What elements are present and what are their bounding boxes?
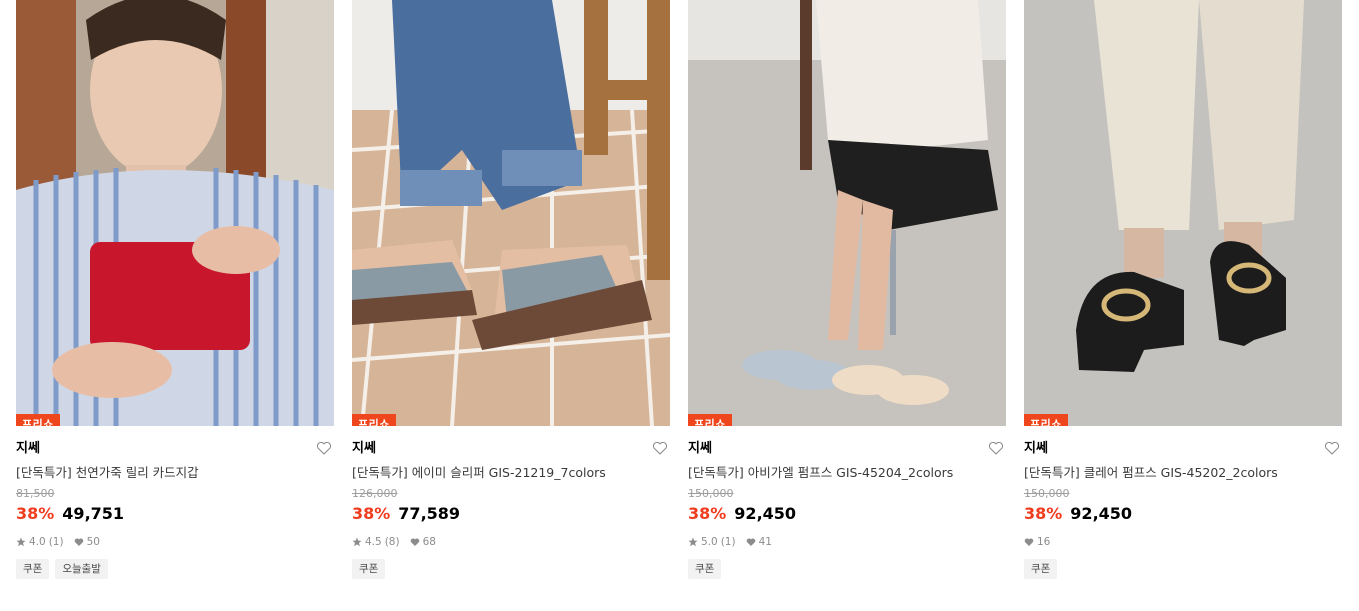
- original-price: 150,000: [1024, 487, 1070, 500]
- promo-badge: 프리쇼: [352, 414, 396, 426]
- review-meta: 16: [1024, 535, 1342, 549]
- tag-list: 쿠폰 오늘출발: [16, 559, 334, 579]
- price-row: 38% 92,450: [688, 503, 1006, 525]
- tag-today-shipping: 오늘출발: [55, 559, 108, 579]
- review-meta: 4.0 (1) 50: [16, 535, 334, 549]
- sale-price: 92,450: [734, 504, 797, 523]
- product-image[interactable]: 프리쇼: [1024, 0, 1342, 426]
- price-row: 38% 49,751: [16, 503, 334, 525]
- heart-icon[interactable]: [988, 440, 1004, 456]
- sale-price: 92,450: [1070, 504, 1133, 523]
- brand-name[interactable]: 지쎄: [352, 440, 670, 458]
- brand-name[interactable]: 지쎄: [16, 440, 334, 458]
- tag-coupon: 쿠폰: [688, 559, 722, 579]
- product-image[interactable]: 프리쇼: [352, 0, 670, 426]
- original-price: 126,000: [352, 487, 398, 500]
- heart-icon[interactable]: [316, 440, 332, 456]
- rating-value: 4.0: [29, 536, 46, 548]
- discount-rate: 38%: [16, 504, 55, 523]
- product-name[interactable]: [단독특가] 아비가엘 펌프스 GIS-45204_2colors: [688, 464, 1006, 482]
- star-icon: [688, 537, 698, 547]
- product-card[interactable]: 프리쇼 지쎄 [단독특가] 클레어 펌프스 GIS-45202_2colors …: [1024, 0, 1342, 579]
- review-count: (1): [720, 536, 736, 548]
- like-count: 50: [86, 536, 100, 548]
- discount-rate: 38%: [352, 504, 391, 523]
- product-card[interactable]: 프리쇼 지쎄 [단독특가] 아비가엘 펌프스 GIS-45204_2colors…: [688, 0, 1006, 579]
- product-image[interactable]: 프리쇼: [688, 0, 1006, 426]
- promo-badge: 프리쇼: [1024, 414, 1068, 426]
- product-image[interactable]: 프리쇼: [16, 0, 334, 426]
- tag-list: 쿠폰: [352, 559, 670, 579]
- like-count: 68: [422, 536, 436, 548]
- like-count: 16: [1037, 536, 1051, 548]
- heart-icon[interactable]: [1324, 440, 1340, 456]
- rating-value: 4.5: [365, 536, 382, 548]
- heart-small-icon: [1024, 538, 1034, 546]
- like-count: 41: [758, 536, 772, 548]
- tag-list: 쿠폰: [1024, 559, 1342, 579]
- review-count: (8): [384, 536, 400, 548]
- price-row: 38% 92,450: [1024, 503, 1342, 525]
- tag-coupon: 쿠폰: [16, 559, 50, 579]
- discount-rate: 38%: [1024, 504, 1063, 523]
- original-price: 150,000: [688, 487, 734, 500]
- sale-price: 49,751: [62, 504, 125, 523]
- product-name[interactable]: [단독특가] 클레어 펌프스 GIS-45202_2colors: [1024, 464, 1342, 482]
- product-grid: 프리쇼 지쎄 [단독특가] 천연가죽 릴리 카드지갑 81,500 38% 49,…: [16, 0, 1342, 579]
- promo-badge: 프리쇼: [16, 414, 60, 426]
- promo-badge: 프리쇼: [688, 414, 732, 426]
- tag-list: 쿠폰: [688, 559, 1006, 579]
- product-card[interactable]: 프리쇼 지쎄 [단독특가] 천연가죽 릴리 카드지갑 81,500 38% 49,…: [16, 0, 334, 579]
- review-meta: 4.5 (8) 68: [352, 535, 670, 549]
- discount-rate: 38%: [688, 504, 727, 523]
- review-meta: 5.0 (1) 41: [688, 535, 1006, 549]
- rating-value: 5.0: [701, 536, 718, 548]
- heart-small-icon: [74, 538, 83, 546]
- product-card[interactable]: 프리쇼 지쎄 [단독특가] 에이미 슬리퍼 GIS-21219_7colors …: [352, 0, 670, 579]
- product-name[interactable]: [단독특가] 에이미 슬리퍼 GIS-21219_7colors: [352, 464, 670, 482]
- heart-small-icon: [746, 538, 755, 546]
- heart-small-icon: [410, 538, 419, 546]
- star-icon: [352, 537, 362, 547]
- sale-price: 77,589: [398, 504, 461, 523]
- review-count: (1): [48, 536, 64, 548]
- star-icon: [16, 537, 26, 547]
- product-name[interactable]: [단독특가] 천연가죽 릴리 카드지갑: [16, 464, 334, 482]
- brand-name[interactable]: 지쎄: [688, 440, 1006, 458]
- heart-icon[interactable]: [652, 440, 668, 456]
- price-row: 38% 77,589: [352, 503, 670, 525]
- tag-coupon: 쿠폰: [352, 559, 386, 579]
- original-price: 81,500: [16, 487, 55, 500]
- tag-coupon: 쿠폰: [1024, 559, 1058, 579]
- brand-name[interactable]: 지쎄: [1024, 440, 1342, 458]
